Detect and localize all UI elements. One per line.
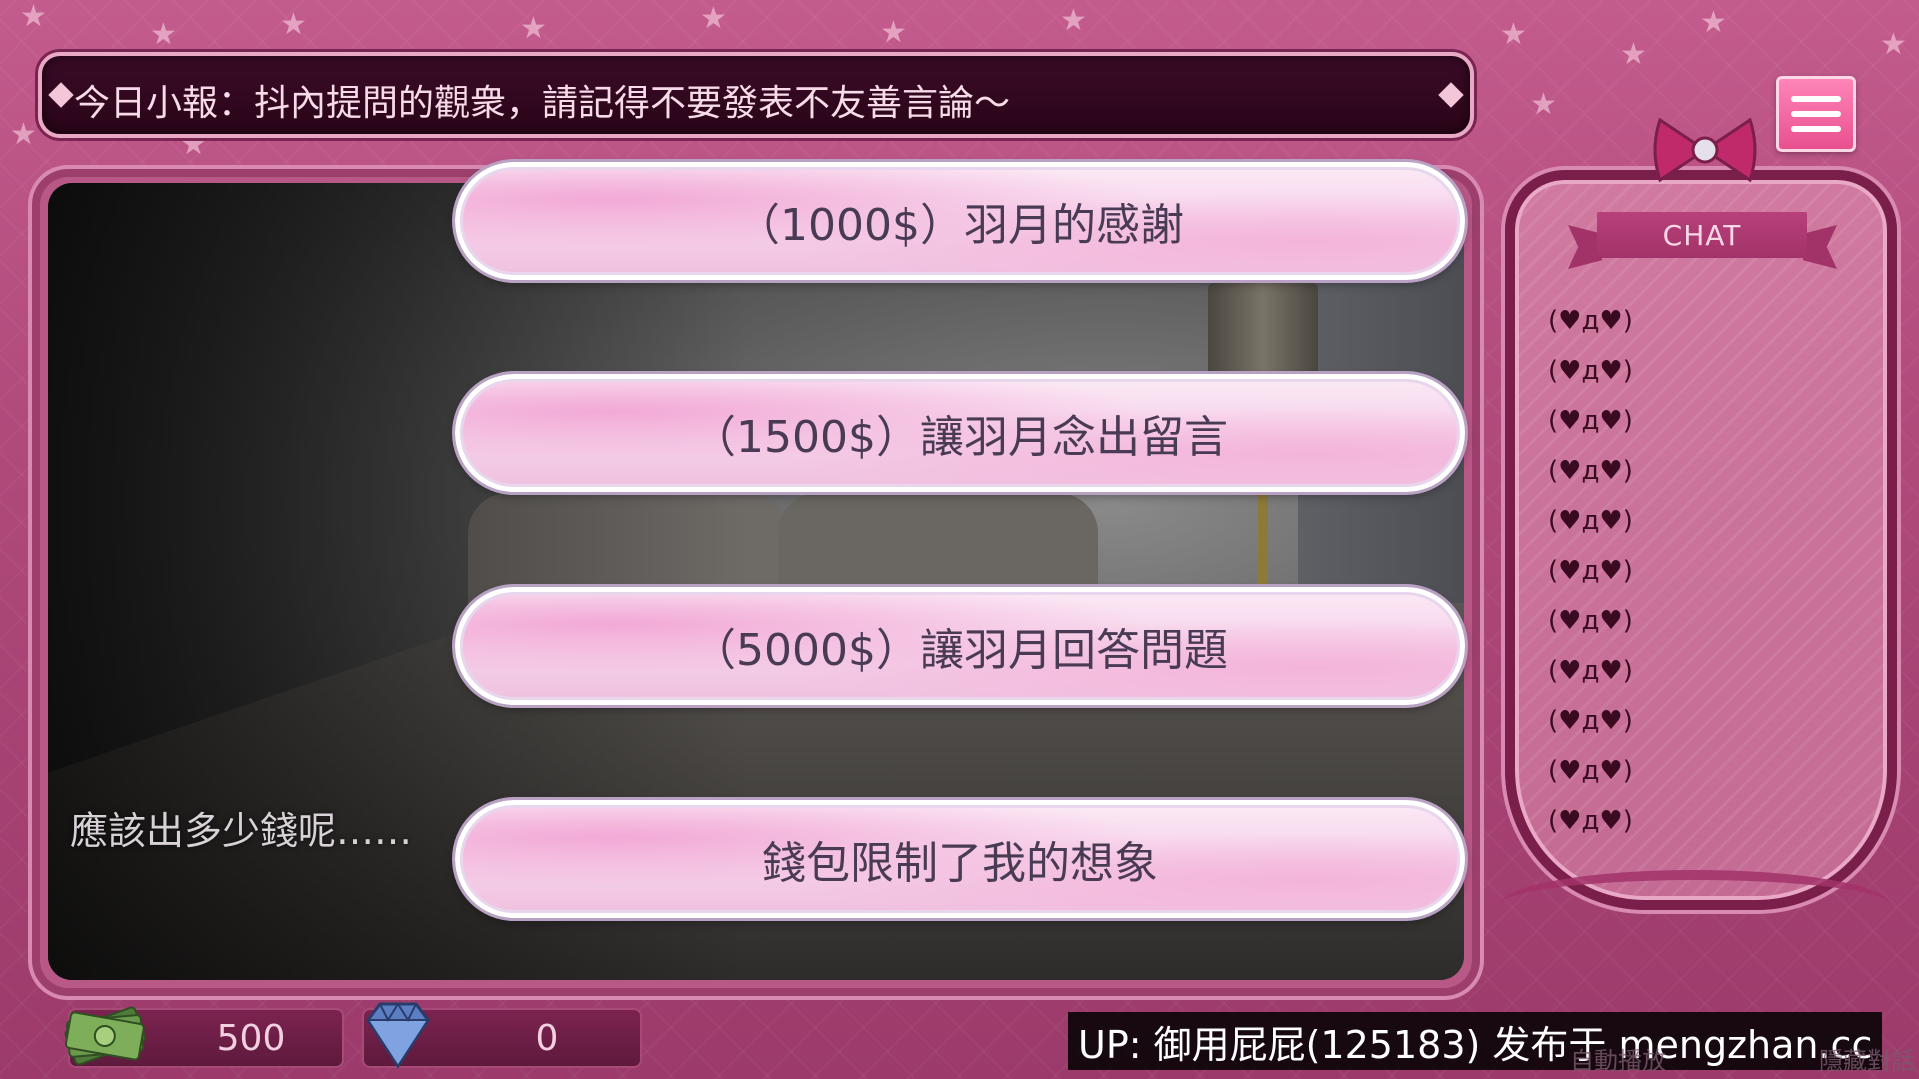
star-decoration: ★ (20, 0, 47, 34)
chat-message: (♥д♥) (1548, 606, 1633, 636)
news-ticker: 今日小報：抖內提問的觀衆，請記得不要發表不友善言論～ (38, 52, 1474, 138)
money-value: 500 (216, 1017, 286, 1059)
star-decoration: ★ (1060, 3, 1087, 38)
diamond-icon (48, 82, 74, 108)
star-decoration: ★ (10, 117, 37, 152)
chat-message: (♥д♥) (1548, 356, 1633, 386)
star-decoration: ★ (520, 11, 547, 46)
star-decoration: ★ (150, 17, 177, 52)
hamburger-line (1791, 111, 1841, 117)
star-decoration: ★ (1880, 27, 1907, 62)
inner-monologue: 應該出多少錢呢…… (70, 809, 413, 853)
choice-label: （5000$）讓羽月回答問題 (692, 625, 1228, 676)
choice-label: （1000$）羽月的感謝 (736, 200, 1184, 251)
lamp-shade (1208, 283, 1318, 373)
cash-icon (64, 1006, 147, 1066)
chat-title: CHAT (1597, 212, 1807, 258)
star-decoration: ★ (1530, 87, 1557, 122)
chat-message: (♥д♥) (1548, 756, 1633, 786)
ribbon-bow-icon (1653, 117, 1757, 183)
star-decoration: ★ (1500, 17, 1527, 52)
gem-value: 0 (535, 1017, 559, 1059)
star-decoration: ★ (880, 15, 907, 50)
chat-message: (♥д♥) (1548, 706, 1633, 736)
chat-message: (♥д♥) (1548, 456, 1633, 486)
diamond-icon (366, 1002, 430, 1069)
choice-wallet-limit-button[interactable]: 錢包限制了我的想象 (455, 800, 1465, 918)
ribbon-decoration (1500, 870, 1890, 940)
auto-play-button[interactable]: 自動播放 (1570, 1041, 1666, 1076)
choice-thanks-button[interactable]: （1000$）羽月的感謝 (455, 162, 1465, 280)
hamburger-menu-icon (1791, 96, 1841, 102)
chat-message: (♥д♥) (1548, 506, 1633, 536)
star-decoration: ★ (280, 7, 307, 42)
chat-message: (♥д♥) (1548, 806, 1633, 836)
choice-label: 錢包限制了我的想象 (762, 838, 1158, 889)
choice-read-comment-button[interactable]: （1500$）讓羽月念出留言 (455, 374, 1465, 492)
chat-message: (♥д♥) (1548, 556, 1633, 586)
choice-label: （1500$）讓羽月念出留言 (692, 412, 1228, 463)
chat-message: (♥д♥) (1548, 656, 1633, 686)
choice-answer-question-button[interactable]: （5000$）讓羽月回答問題 (455, 587, 1465, 705)
chat-message: (♥д♥) (1548, 306, 1633, 336)
chat-message: (♥д♥) (1548, 406, 1633, 436)
hide-dialog-button[interactable]: 隱藏對話 (1819, 1041, 1915, 1076)
bottom-controls: 自動播放 隱藏對話 (1570, 1038, 1915, 1078)
chat-list: (♥д♥) (♥д♥) (♥д♥) (♥д♥) (♥д♥) (♥д♥) (♥д♥… (1548, 296, 1848, 846)
star-decoration: ★ (1620, 37, 1647, 72)
diamond-icon (1438, 82, 1464, 108)
star-decoration: ★ (1700, 5, 1727, 40)
hamburger-line (1791, 126, 1841, 132)
ticker-text: 今日小報：抖內提問的觀衆，請記得不要發表不友善言論～ (74, 83, 1011, 124)
menu-button[interactable] (1776, 76, 1856, 152)
star-decoration: ★ (700, 1, 727, 36)
